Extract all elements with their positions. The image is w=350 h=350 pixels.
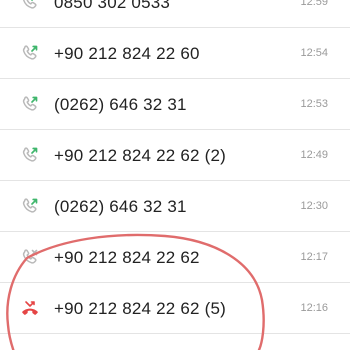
call-log-list: 0850 302 0533 12:59 +90 212 824 22 60 12… [0,0,350,334]
call-number: +90 212 824 22 62 (5) [54,299,226,318]
missed-call-icon [22,301,38,315]
call-time: 12:54 [300,47,328,59]
outgoing-call-icon [22,147,38,162]
call-number: +90 212 824 22 62 [54,248,200,267]
call-time: 12:30 [300,200,328,212]
outgoing-call-icon [22,96,38,111]
call-log-item[interactable]: (0262) 646 32 31 12:53 [0,79,350,130]
call-number: (0262) 646 32 31 [54,197,187,216]
call-number: 0850 302 0533 [54,0,171,12]
call-log-item[interactable]: +90 212 824 22 62 12:17 [0,232,350,283]
cancelled-call-icon [22,249,38,264]
call-number: +90 212 824 22 62 (2) [54,146,226,165]
call-number: (0262) 646 32 31 [54,95,187,114]
call-log-screen: 0850 302 0533 12:59 +90 212 824 22 60 12… [0,0,350,350]
outgoing-call-icon [22,198,38,213]
call-log-item[interactable]: 0850 302 0533 12:59 [0,0,350,28]
call-log-item[interactable]: +90 212 824 22 62 (5) 12:16 [0,283,350,334]
call-time: 12:16 [300,302,328,314]
call-time: 12:49 [300,149,328,161]
call-log-item[interactable]: (0262) 646 32 31 12:30 [0,181,350,232]
outgoing-call-icon [22,0,37,9]
outgoing-call-icon [22,45,38,60]
call-time: 12:53 [300,98,328,110]
call-number: +90 212 824 22 60 [54,44,200,63]
call-log-item[interactable]: +90 212 824 22 60 12:54 [0,28,350,79]
call-time: 12:59 [300,0,328,8]
call-time: 12:17 [300,251,328,263]
call-log-item[interactable]: +90 212 824 22 62 (2) 12:49 [0,130,350,181]
